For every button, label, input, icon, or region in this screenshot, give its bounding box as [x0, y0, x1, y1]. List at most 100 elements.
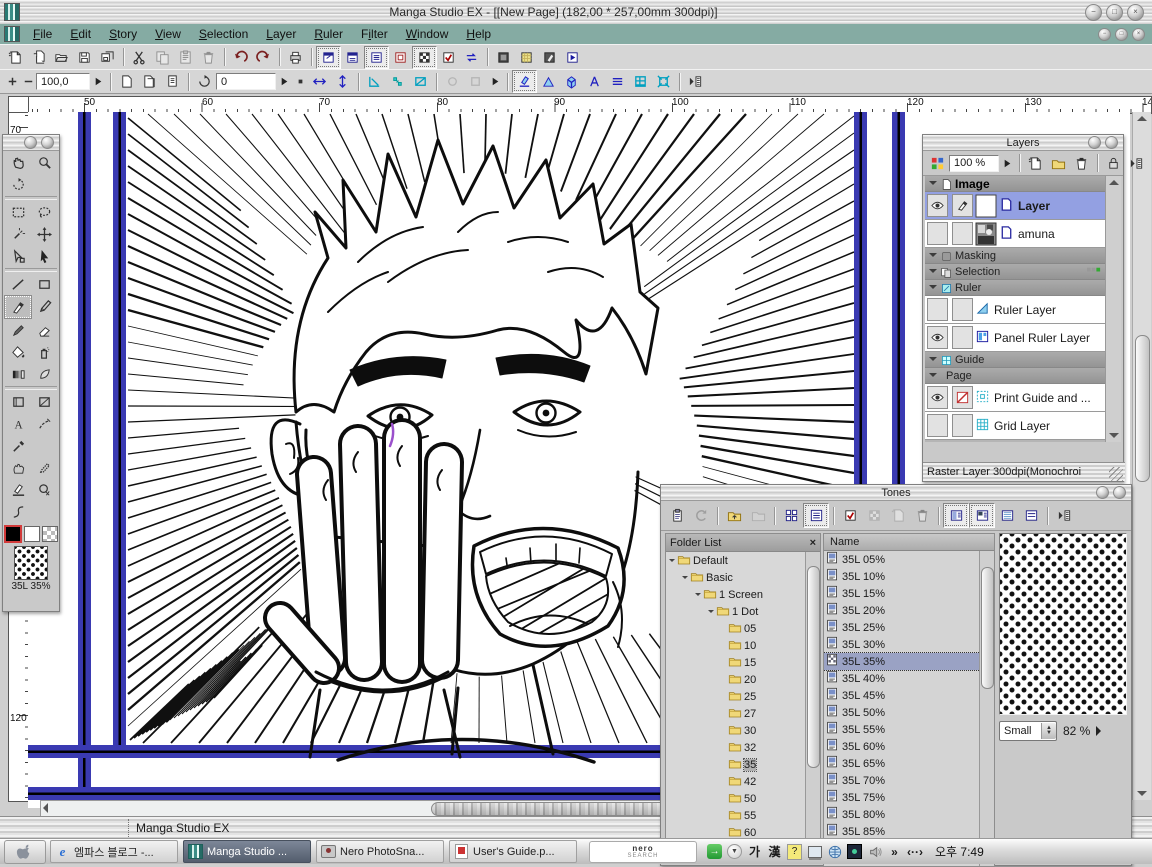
menu-file[interactable]: File [24, 25, 61, 43]
flip-v-button[interactable] [331, 71, 354, 92]
view-mode-2-button[interactable] [969, 503, 995, 528]
tone-item-35l-10[interactable]: 35L 10% [824, 568, 980, 585]
print-button[interactable] [284, 47, 307, 68]
ruler-parallel-mode-button[interactable] [606, 71, 629, 92]
doc-restore-button[interactable]: □ [1115, 28, 1128, 41]
tone-item-35l-80[interactable]: 35L 80% [824, 806, 980, 823]
layer-color-button[interactable] [926, 153, 949, 174]
selection-quick-icons[interactable] [1087, 264, 1102, 279]
tool-ruler-pen[interactable] [5, 479, 31, 501]
tool-dot-pencil[interactable] [31, 457, 57, 479]
tool-eraser[interactable] [31, 319, 57, 341]
toggle-tones-palette[interactable] [412, 46, 437, 69]
cut-button[interactable] [128, 47, 151, 68]
thumbnail-view-button[interactable] [779, 504, 803, 527]
black-swatch[interactable] [4, 525, 22, 543]
tool-join-line[interactable] [31, 413, 57, 435]
angle-dropdown[interactable] [276, 71, 292, 92]
tray-expand-button[interactable]: ▼ [727, 843, 742, 860]
gradation-button[interactable] [492, 47, 515, 68]
toggle-list-palette[interactable] [364, 46, 389, 69]
folder-35[interactable]: 35 [666, 756, 806, 773]
zoom-dropdown[interactable] [90, 71, 106, 92]
tool-curve-ruler[interactable] [5, 501, 31, 523]
menu-window[interactable]: Window [397, 25, 458, 43]
tool-rectangle[interactable] [31, 273, 57, 295]
folder-scrollbar[interactable] [805, 552, 820, 862]
tones-menu-button[interactable] [1052, 504, 1076, 527]
tone-item-35l-20[interactable]: 35L 20% [824, 602, 980, 619]
tool-finger[interactable] [5, 457, 31, 479]
view-mode-1-button[interactable] [943, 503, 969, 528]
tone-item-35l-15[interactable]: 35L 15% [824, 585, 980, 602]
tool-object-selector[interactable] [5, 245, 31, 267]
folder-05[interactable]: 05 [666, 620, 806, 637]
opacity-dropdown[interactable] [999, 153, 1015, 174]
preview-menu-arrow[interactable] [1096, 726, 1101, 736]
toggle-tools-palette[interactable] [316, 46, 341, 69]
layers-scrollbar[interactable] [1105, 176, 1121, 442]
layer-eye-toggle[interactable] [927, 326, 948, 349]
new-page-button[interactable] [4, 47, 27, 68]
tool-marker[interactable] [5, 319, 31, 341]
tool-fill[interactable] [5, 341, 31, 363]
tone-item-35l-75[interactable]: 35L 75% [824, 789, 980, 806]
redo-button[interactable] [252, 47, 275, 68]
tools-minimize-button[interactable] [24, 136, 37, 149]
angle-field[interactable]: 0 [216, 73, 276, 90]
nero-search-box[interactable]: nero SEARCH [589, 841, 697, 863]
undo-button[interactable] [229, 47, 252, 68]
layer-eye-toggle[interactable] [927, 386, 948, 409]
snap-ruler-button[interactable] [363, 71, 386, 92]
tool-pen[interactable] [4, 295, 32, 319]
tools-close-button[interactable] [41, 136, 54, 149]
tool-move[interactable] [31, 223, 57, 245]
zoom-in-button[interactable] [4, 71, 20, 92]
tool-panel[interactable] [5, 391, 31, 413]
toggle-swap-button[interactable] [460, 47, 483, 68]
tone-item-35l-40[interactable]: 35L 40% [824, 670, 980, 687]
layer-penS-toggle[interactable] [952, 194, 973, 217]
ruler-solid-mode-button[interactable] [560, 71, 583, 92]
folder-15[interactable]: 15 [666, 654, 806, 671]
delete-layer-button[interactable] [1070, 153, 1093, 174]
new-layer-button[interactable] [1024, 153, 1047, 174]
menu-layer[interactable]: Layer [257, 25, 305, 43]
connection-icon[interactable]: ‹··› [907, 843, 923, 860]
layers-section-page[interactable]: Page [925, 368, 1106, 384]
zoom-out-button[interactable] [20, 71, 36, 92]
app-tray-icon[interactable] [847, 843, 862, 860]
tone-item-35l-55[interactable]: 35L 55% [824, 721, 980, 738]
collapse-triangle-icon[interactable] [929, 253, 937, 261]
folder-55[interactable]: 55 [666, 807, 806, 824]
tones-minimize-button[interactable] [1096, 486, 1109, 499]
collapse-triangle-icon[interactable] [929, 285, 937, 293]
tone-item-35l-25[interactable]: 35L 25% [824, 619, 980, 636]
tone-item-35l-45[interactable]: 35L 45% [824, 687, 980, 704]
next-page-button[interactable] [138, 71, 161, 92]
tool-eyedropper[interactable] [5, 435, 31, 457]
tone-item-35l-60[interactable]: 35L 60% [824, 738, 980, 755]
size-spinner[interactable]: ▲▼ [1041, 723, 1056, 739]
folder-1-screen[interactable]: 1 Screen [666, 586, 806, 603]
layer-redcross-toggle[interactable] [952, 386, 973, 409]
tool-rotate[interactable] [5, 173, 31, 195]
save-all-button[interactable] [96, 47, 119, 68]
tool-airbrush[interactable] [31, 341, 57, 363]
tone-item-35l-70[interactable]: 35L 70% [824, 772, 980, 789]
network-globe-icon[interactable] [827, 843, 842, 860]
tool-line[interactable] [5, 273, 31, 295]
scroll-down-arrow[interactable] [1137, 791, 1147, 796]
tool-gradation[interactable] [5, 363, 31, 385]
menu-help[interactable]: Help [457, 25, 500, 43]
folder-scroll-thumb[interactable] [807, 566, 820, 768]
tool-magic-wand[interactable] [5, 223, 31, 245]
vertical-scrollbar[interactable] [1132, 112, 1151, 800]
layer-row-layer[interactable]: Layer [925, 192, 1106, 220]
task-empas-blog[interactable]: e엠파스 블로그 -... [50, 840, 178, 863]
ruler-compass-mode-button[interactable] [583, 71, 606, 92]
reset-view-button[interactable] [292, 71, 308, 92]
folder-42[interactable]: 42 [666, 773, 806, 790]
collapse-triangle-icon[interactable] [929, 357, 937, 365]
task-manga-studio[interactable]: Manga Studio ... [183, 840, 311, 863]
